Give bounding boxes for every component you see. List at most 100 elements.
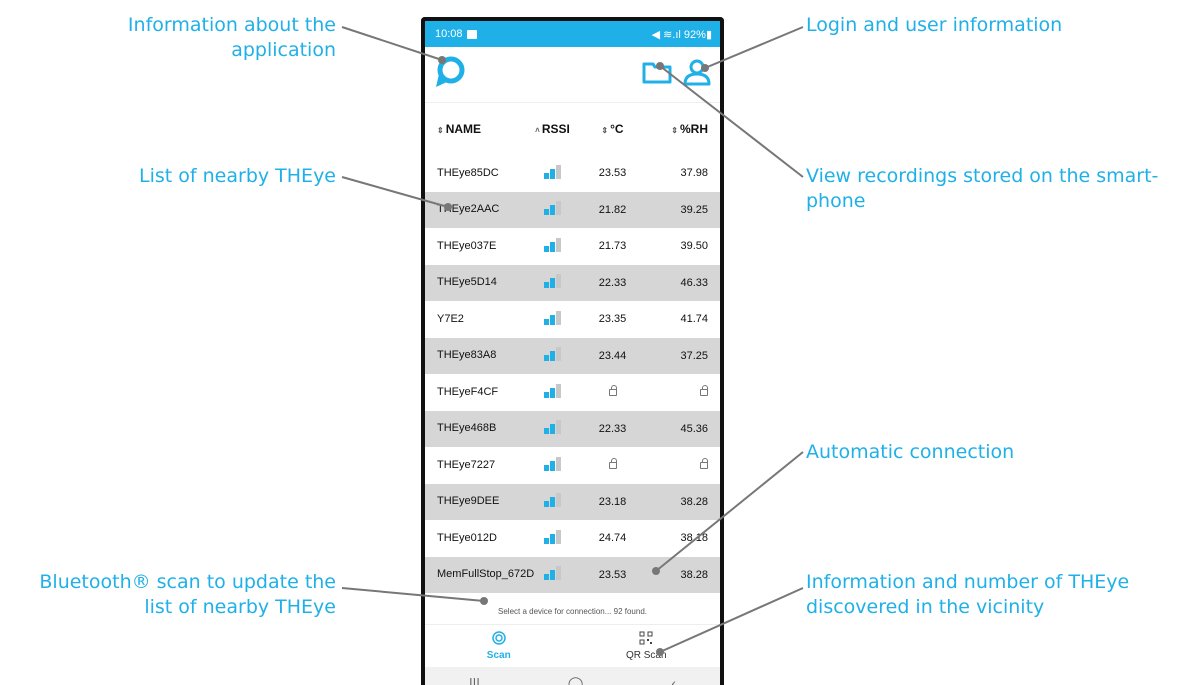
device-name: THEye5D14 <box>437 276 497 289</box>
table-row[interactable]: THEye85DC 23.53 37.98 <box>425 155 720 192</box>
device-name: THEye85DC <box>437 166 499 179</box>
temperature-value: 22.33 <box>598 276 627 289</box>
annotation-list: List of nearby THEye <box>139 164 336 189</box>
status-time: 10:08 <box>435 28 463 40</box>
phone-screen: 10:08 ◀ ≋.ıl 92%▮ ⇕ NAME ˄ RSSI ⇕ °C ⇕ %… <box>421 17 724 685</box>
column-rssi-label: RSSI <box>541 122 570 136</box>
column-temp-header[interactable]: ⇕ °C <box>580 122 645 136</box>
lock-icon <box>580 458 645 472</box>
table-header: ⇕ NAME ˄ RSSI ⇕ °C ⇕ %RH <box>425 103 720 155</box>
annotation-recordings-line2: phone <box>806 190 866 212</box>
app-logo-icon[interactable] <box>433 54 467 95</box>
annotation-list-text: List of nearby THEye <box>139 165 336 187</box>
signal-strength-icon <box>525 420 580 437</box>
device-name: THEye83A8 <box>437 349 497 362</box>
signal-strength-icon <box>525 529 580 547</box>
device-list: THEye85DC 23.53 37.98 THEye2AAC 21.82 39.25 TH… <box>425 155 720 593</box>
humidity-value: 41.74 <box>680 313 708 326</box>
lock-icon <box>645 385 720 399</box>
temperature-value: 21.73 <box>598 240 627 253</box>
tab-qr-scan-label: QR Scan <box>625 650 667 661</box>
scan-status-text: Select a device for connection... 92 fou… <box>498 607 647 616</box>
signal-strength-icon <box>525 237 580 255</box>
user-icon[interactable] <box>682 58 712 91</box>
humidity-value: 45.36 <box>680 422 708 435</box>
sort-icon: ⇕ <box>437 126 444 135</box>
annotation-discovered-line1: Information and number of THEye <box>806 571 1130 593</box>
humidity-value: 39.25 <box>680 203 708 216</box>
annotation-app-info-line1: Information about the <box>127 14 336 36</box>
status-bar: 10:08 ◀ ≋.ıl 92%▮ <box>425 21 720 47</box>
table-row[interactable]: THEye5D14 22.33 46.33 <box>425 264 720 301</box>
tab-scan[interactable]: Scan <box>425 625 573 667</box>
annotation-app-info: Information about the application <box>128 13 336 63</box>
sort-icon: ⇕ <box>671 126 678 135</box>
temperature-value: 21.82 <box>598 203 627 216</box>
tab-qr-scan[interactable]: QR Scan <box>573 625 721 667</box>
temperature-value: 23.53 <box>598 568 627 581</box>
column-name-header[interactable]: ⇕ NAME <box>425 122 525 136</box>
qr-code-icon <box>639 631 653 648</box>
temperature-value: 23.53 <box>598 167 627 180</box>
lock-icon <box>645 458 720 472</box>
humidity-value: 38.28 <box>680 568 708 581</box>
signal-strength-icon <box>525 201 580 218</box>
sort-asc-icon: ˄ <box>535 126 540 135</box>
temperature-value: 23.35 <box>598 313 627 326</box>
recent-apps-button[interactable]: ||| <box>469 675 480 685</box>
annotation-app-info-line2: application <box>231 39 336 61</box>
table-row[interactable]: THEye9DEE 23.18 38.28 <box>425 483 720 520</box>
table-row[interactable]: THEye468B 22.33 45.36 <box>425 410 720 447</box>
temperature-value: 22.33 <box>598 422 627 435</box>
table-row[interactable]: THEye83A8 23.44 37.25 <box>425 337 720 374</box>
column-rh-label: %RH <box>679 122 708 136</box>
annotation-login-text: Login and user information <box>806 14 1063 36</box>
back-button[interactable]: ‹ <box>671 675 676 685</box>
humidity-value: 38.28 <box>680 495 708 508</box>
annotation-discovered-line2: discovered in the vicinity <box>806 596 1045 618</box>
signal-strength-icon <box>525 347 580 364</box>
device-name: THEye2AAC <box>437 203 500 216</box>
device-name: THEye468B <box>437 422 497 435</box>
folder-icon[interactable] <box>642 60 672 89</box>
annotation-auto-connect-text: Automatic connection <box>806 441 1015 463</box>
annotation-auto-connect: Automatic connection <box>806 440 1014 465</box>
lock-icon <box>580 385 645 399</box>
humidity-value: 39.50 <box>680 240 708 253</box>
table-row[interactable]: MemFullStop_672D 23.53 38.28 <box>425 556 720 593</box>
column-rh-header[interactable]: ⇕ %RH <box>645 122 720 136</box>
humidity-value: 38.18 <box>680 532 708 545</box>
device-name: THEye7227 <box>437 458 496 471</box>
table-row[interactable]: THEye037E 21.73 39.50 <box>425 228 720 265</box>
signal-strength-icon <box>525 164 580 182</box>
humidity-value: 46.33 <box>680 276 708 289</box>
app-header <box>425 47 720 103</box>
annotation-scan-line2: list of nearby THEye <box>144 596 336 618</box>
table-row[interactable]: THEye012D 24.74 38.18 <box>425 520 720 557</box>
table-row[interactable]: Y7E2 23.35 41.74 <box>425 301 720 338</box>
table-row[interactable]: THEye2AAC 21.82 39.25 <box>425 191 720 228</box>
signal-strength-icon <box>525 456 580 474</box>
scan-icon <box>492 631 506 648</box>
device-name: THEye037E <box>437 239 497 252</box>
device-name: THEye9DEE <box>437 495 500 508</box>
annotation-recordings-line1: View recordings stored on the smart- <box>806 165 1159 187</box>
device-name: Y7E2 <box>437 312 464 325</box>
column-rssi-header[interactable]: ˄ RSSI <box>525 122 580 136</box>
gallery-notification-icon <box>466 29 477 39</box>
home-button[interactable]: ◯ <box>568 675 584 685</box>
signal-strength-icon <box>525 383 580 401</box>
table-row[interactable]: THEyeF4CF <box>425 374 720 411</box>
column-temp-label: °C <box>610 122 624 136</box>
temperature-value: 24.74 <box>598 532 627 545</box>
signal-strength-icon <box>525 566 580 583</box>
device-name: MemFullStop_672D <box>437 568 535 581</box>
temperature-value: 23.18 <box>598 495 627 508</box>
signal-strength-icon <box>525 274 580 291</box>
annotation-recordings: View recordings stored on the smart- pho… <box>806 164 1158 214</box>
table-row[interactable]: THEye7227 <box>425 447 720 484</box>
humidity-value: 37.98 <box>680 167 708 180</box>
status-indicators: ◀ ≋.ıl 92%▮ <box>651 28 712 41</box>
signal-strength-icon <box>525 310 580 328</box>
temperature-value: 23.44 <box>598 349 627 362</box>
